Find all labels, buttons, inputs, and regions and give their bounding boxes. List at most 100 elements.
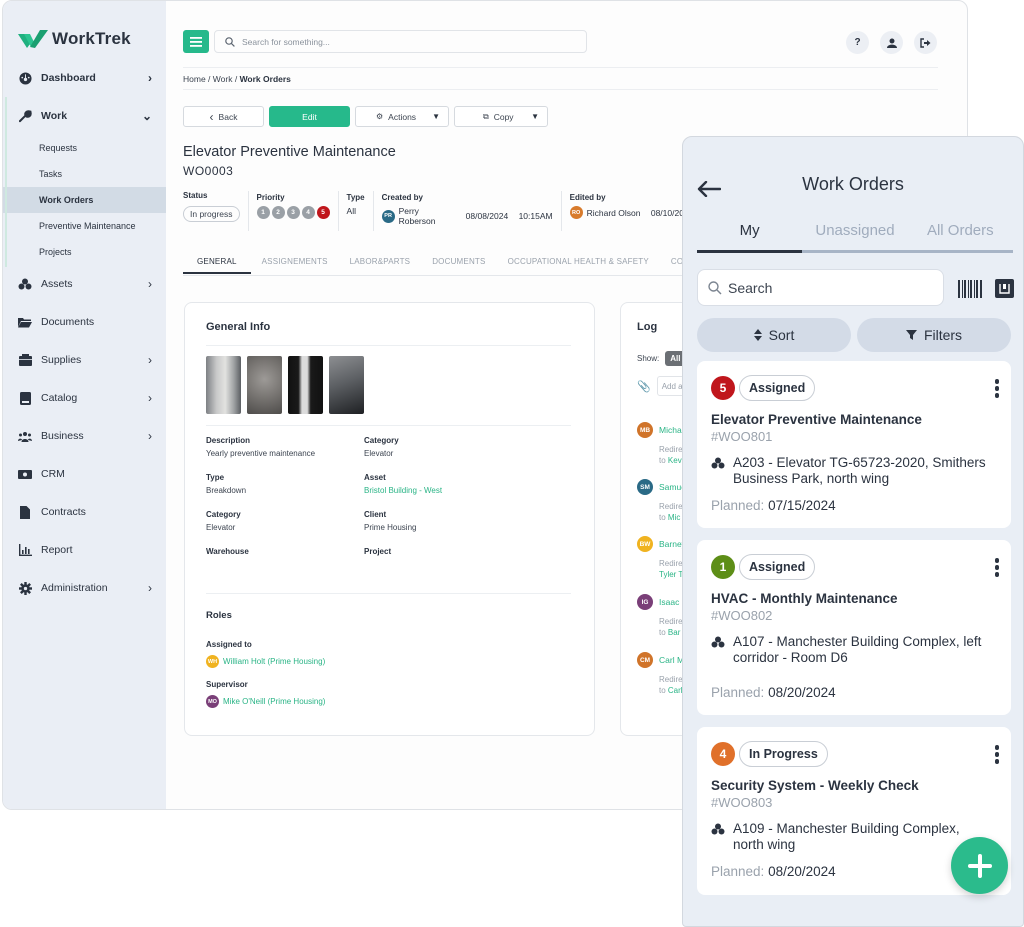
sidebar-item-label: Contracts — [41, 506, 86, 518]
sidebar-item-business[interactable]: Business › — [3, 417, 166, 455]
edit-button[interactable]: Edit — [269, 106, 350, 127]
search-input[interactable]: Search — [697, 269, 944, 306]
sidebar-item-report[interactable]: Report — [3, 531, 166, 569]
sidebar-item-label: Assets — [41, 278, 73, 290]
log-user-link[interactable]: Carl M — [659, 655, 684, 665]
priority-option[interactable]: 1 — [257, 206, 270, 219]
log-entry: IGIsaac ( Redireto Bar — [637, 594, 685, 638]
chevron-left-icon: ‹ — [210, 110, 214, 124]
back-button[interactable]: ‹ Back — [183, 106, 264, 127]
photo-thumbnail[interactable] — [288, 356, 323, 414]
asset-link[interactable]: Bristol Building - West — [364, 486, 564, 496]
priority-field: Priority 1 2 3 4 5 — [257, 191, 339, 231]
sidebar-item-supplies[interactable]: Supplies › — [3, 341, 166, 379]
type-field: Type All — [347, 191, 374, 231]
photo-thumbnail[interactable] — [206, 356, 241, 414]
priority-option-selected[interactable]: 5 — [317, 206, 330, 219]
section-title: Roles — [206, 610, 232, 621]
chevron-right-icon: › — [148, 277, 152, 291]
log-entry: MBMicha Redireto Kev — [637, 422, 683, 466]
sidebar-item-catalog[interactable]: Catalog › — [3, 379, 166, 417]
supervisor-link[interactable]: MO Mike O'Neill (Prime Housing) — [206, 695, 325, 708]
created-by-field: Created by PR Perry Roberson 08/08/2024 … — [382, 191, 562, 231]
more-options-icon[interactable] — [995, 558, 1000, 577]
sidebar: WorkTrek Dashboard › Work ⌄ Requests Tas… — [3, 1, 166, 809]
sidebar-item-administration[interactable]: Administration › — [3, 569, 166, 607]
logout-icon[interactable] — [914, 31, 937, 54]
help-icon[interactable]: ? — [846, 31, 869, 54]
sidebar-item-label: Catalog — [41, 392, 77, 404]
sidebar-item-work[interactable]: Work ⌄ — [3, 97, 166, 135]
tab-indicator — [697, 250, 1013, 253]
sidebar-item-tasks[interactable]: Tasks — [3, 161, 166, 187]
priority-option[interactable]: 4 — [302, 206, 315, 219]
sidebar-item-label: CRM — [41, 468, 65, 480]
sidebar-item-label: Dashboard — [41, 72, 96, 84]
divider — [183, 67, 938, 68]
actions-dropdown[interactable]: ⚙ Actions ▼ — [355, 106, 449, 127]
barcode-scan-icon[interactable] — [958, 280, 982, 298]
planned-date: Planned: 07/15/2024 — [711, 498, 836, 513]
caret-down-icon: ▼ — [531, 112, 539, 121]
sidebar-nav: Dashboard › Work ⌄ Requests Tasks Work O… — [3, 59, 166, 607]
filter-icon — [906, 330, 917, 340]
header-actions: ? — [846, 31, 937, 54]
log-user-link[interactable]: Isaac ( — [659, 597, 685, 607]
sort-button[interactable]: Sort — [697, 318, 851, 352]
photo-thumbnail[interactable] — [247, 356, 282, 414]
more-options-icon[interactable] — [995, 379, 1000, 398]
assigned-to-link[interactable]: WH William Holt (Prime Housing) — [206, 655, 325, 668]
tab-occupational-health-safety[interactable]: OCCUPATIONAL HEALTH & SAFETY — [497, 257, 660, 274]
sidebar-item-projects[interactable]: Projects — [3, 239, 166, 265]
sidebar-item-contracts[interactable]: Contracts — [3, 493, 166, 531]
tab-assignements[interactable]: ASSIGNEMENTS — [251, 257, 339, 274]
user-icon[interactable] — [880, 31, 903, 54]
search-icon — [225, 37, 235, 47]
assigned-to-label: Assigned to — [206, 640, 252, 649]
sidebar-item-crm[interactable]: CRM — [3, 455, 166, 493]
sidebar-item-work-orders[interactable]: Work Orders — [3, 187, 166, 213]
global-search-input[interactable]: Search for something... — [214, 30, 587, 53]
supervisor-label: Supervisor — [206, 680, 248, 689]
tab-labor-parts[interactable]: LABOR&PARTS — [339, 257, 422, 274]
page-title: Elevator Preventive Maintenance — [183, 144, 396, 160]
log-user-link[interactable]: Micha — [659, 425, 682, 435]
menu-toggle-button[interactable] — [183, 30, 209, 53]
log-filter: Show: All — [637, 351, 685, 366]
qr-scan-icon[interactable] — [995, 279, 1014, 298]
logo[interactable]: WorkTrek — [18, 29, 131, 49]
filters-button[interactable]: Filters — [857, 318, 1011, 352]
assets-icon — [711, 821, 725, 853]
work-order-card[interactable]: 5 Assigned Elevator Preventive Maintenan… — [697, 361, 1011, 528]
add-work-order-button[interactable] — [951, 837, 1008, 894]
status-badge: Assigned — [739, 375, 815, 401]
breadcrumb-work[interactable]: Work — [213, 74, 233, 84]
tab-general[interactable]: GENERAL — [183, 257, 251, 274]
search-placeholder: Search — [728, 280, 772, 296]
sidebar-item-documents[interactable]: Documents — [3, 303, 166, 341]
tab-unassigned[interactable]: Unassigned — [802, 222, 907, 250]
chevron-down-icon: ⌄ — [142, 109, 152, 123]
tab-documents[interactable]: DOCUMENTS — [421, 257, 496, 274]
sidebar-item-assets[interactable]: Assets › — [3, 265, 166, 303]
more-options-icon[interactable] — [995, 745, 1000, 764]
avatar: BW — [637, 536, 653, 552]
breadcrumb-home[interactable]: Home — [183, 74, 206, 84]
work-order-number: #WOO801 — [711, 429, 772, 444]
priority-option[interactable]: 2 — [272, 206, 285, 219]
copy-dropdown[interactable]: ⧉ Copy ▼ — [454, 106, 548, 127]
work-order-card[interactable]: 1 Assigned HVAC - Monthly Maintenance #W… — [697, 540, 1011, 715]
sidebar-item-preventive-maintenance[interactable]: Preventive Maintenance — [3, 213, 166, 239]
tab-my[interactable]: My — [697, 222, 802, 250]
plus-icon — [967, 853, 993, 879]
paperclip-icon[interactable]: 📎 — [637, 380, 651, 393]
assets-icon — [711, 455, 725, 487]
sidebar-item-requests[interactable]: Requests — [3, 135, 166, 161]
priority-option[interactable]: 3 — [287, 206, 300, 219]
priority-badge: 5 — [711, 376, 735, 400]
status-badge[interactable]: In progress — [183, 206, 240, 222]
sidebar-item-dashboard[interactable]: Dashboard › — [3, 59, 166, 97]
tab-all-orders[interactable]: All Orders — [908, 222, 1013, 250]
section-title: General Info — [206, 321, 270, 333]
photo-thumbnail[interactable] — [329, 356, 364, 414]
